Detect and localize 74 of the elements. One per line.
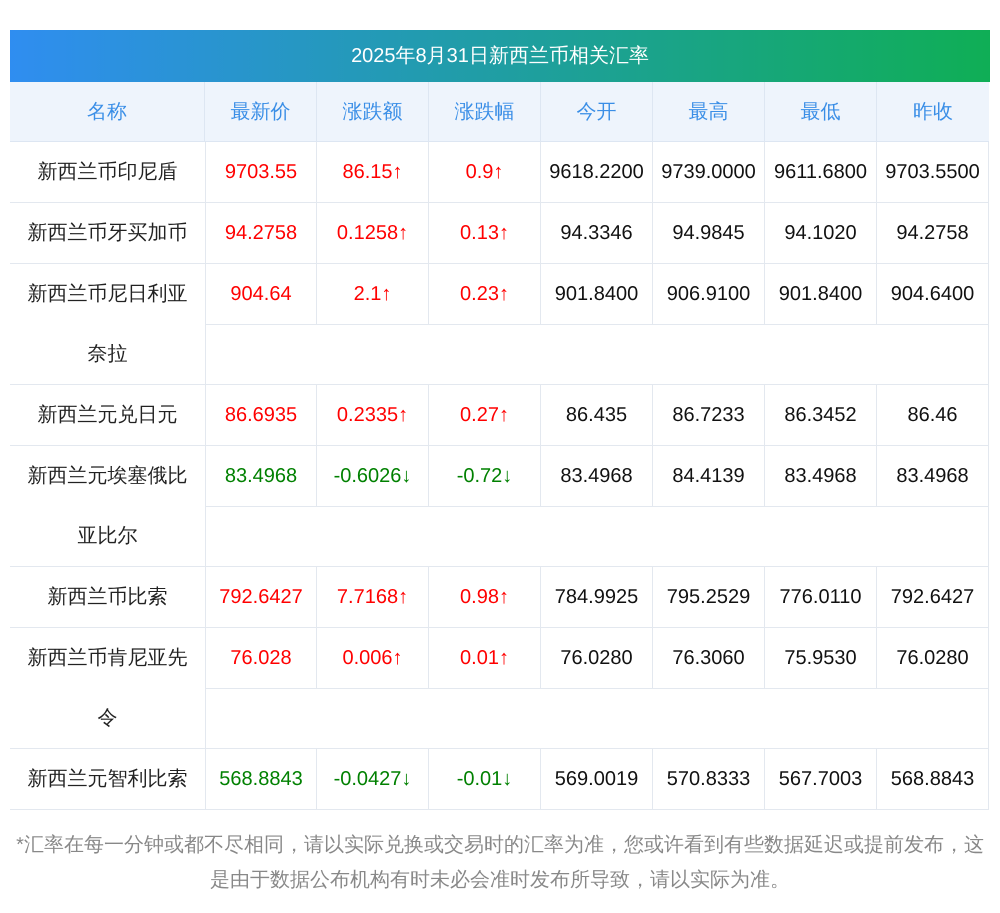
table-cell: 901.8400 <box>765 264 877 325</box>
table-cell: 9618.2200 <box>541 142 653 203</box>
column-header: 今开 <box>541 82 653 142</box>
column-header: 最高 <box>653 82 765 142</box>
table-cell: 83.4968 <box>206 446 317 507</box>
table-cell: 568.8843 <box>877 749 988 810</box>
table-cell: 0.27↑ <box>429 385 541 446</box>
table-cell: 新西兰币尼日利亚奈拉 <box>10 264 205 385</box>
table-cell: 0.9↑ <box>429 142 541 203</box>
table-cell: 94.2758 <box>877 203 988 264</box>
table-cell: 新西兰币牙买加币 <box>10 203 205 264</box>
table-cell: 新西兰币印尼盾 <box>10 142 205 203</box>
table-cell: 904.6400 <box>877 264 988 325</box>
table-cell: 792.6427 <box>206 567 317 628</box>
table-cell: 新西兰元智利比索 <box>10 749 205 810</box>
table-cell: 792.6427 <box>877 567 988 628</box>
table-cell: 86.3452 <box>765 385 877 446</box>
table-cell: 0.01↑ <box>429 628 541 689</box>
table-cell: 0.1258↑ <box>317 203 429 264</box>
column-header: 涨跌额 <box>317 82 429 142</box>
table-cell: 76.028 <box>206 628 317 689</box>
column-header: 昨收 <box>877 82 989 142</box>
table-cell: 新西兰币比索 <box>10 567 205 628</box>
table-cell: 7.7168↑ <box>317 567 429 628</box>
table-cell: 86.435 <box>541 385 653 446</box>
table-cell: 84.4139 <box>653 446 765 507</box>
column-header: 名称 <box>10 82 205 142</box>
table-cell: 776.0110 <box>765 567 877 628</box>
table-cell: 94.1020 <box>765 203 877 264</box>
table-cell: 0.98↑ <box>429 567 541 628</box>
table-cell: 86.6935 <box>206 385 317 446</box>
table-cell: 0.006↑ <box>317 628 429 689</box>
table-title: 2025年8月31日新西兰币相关汇率 <box>10 30 990 82</box>
table-cell: 9739.0000 <box>653 142 765 203</box>
table-cell: 9703.5500 <box>877 142 988 203</box>
table-cell: 新西兰币肯尼亚先令 <box>10 628 205 749</box>
table-cell: 新西兰元兑日元 <box>10 385 205 446</box>
table-cell: -0.6026↓ <box>317 446 429 507</box>
table-cell: 76.3060 <box>653 628 765 689</box>
table-cell: 569.0019 <box>541 749 653 810</box>
table-cell: 75.9530 <box>765 628 877 689</box>
column-header: 涨跌幅 <box>429 82 541 142</box>
table-cell: 904.64 <box>206 264 317 325</box>
table-cell: 906.9100 <box>653 264 765 325</box>
table-cell: 570.8333 <box>653 749 765 810</box>
table-cell: 9611.6800 <box>765 142 877 203</box>
table-cell: 94.9845 <box>653 203 765 264</box>
table-cell: -0.0427↓ <box>317 749 429 810</box>
table-cell: 86.7233 <box>653 385 765 446</box>
table-cell: 83.4968 <box>541 446 653 507</box>
table-cell: 新西兰元埃塞俄比亚比尔 <box>10 446 205 567</box>
table-cell: 567.7003 <box>765 749 877 810</box>
table-cell: -0.72↓ <box>429 446 541 507</box>
table-cell: 568.8843 <box>206 749 317 810</box>
table-cell: 76.0280 <box>877 628 988 689</box>
table-cell: 795.2529 <box>653 567 765 628</box>
table-cell: -0.01↓ <box>429 749 541 810</box>
column-header: 最新价 <box>205 82 317 142</box>
table-cell: 784.9925 <box>541 567 653 628</box>
column-header: 最低 <box>765 82 877 142</box>
footnote: *汇率在每一分钟或都不尽相同，请以实际兑换或交易时的汇率为准，您或许看到有些数据延迟或提前发布，这是由于数据公布机构有时未必会准时发布所导致，请以实际为准。 <box>15 833 985 893</box>
table-cell: 83.4968 <box>765 446 877 507</box>
table-cell: 83.4968 <box>877 446 988 507</box>
table-cell: 94.3346 <box>541 203 653 264</box>
table-cell: 0.23↑ <box>429 264 541 325</box>
table-cell: 86.46 <box>877 385 988 446</box>
table-cell: 86.15↑ <box>317 142 429 203</box>
table-cell: 901.8400 <box>541 264 653 325</box>
table-cell: 94.2758 <box>206 203 317 264</box>
table-cell: 0.2335↑ <box>317 385 429 446</box>
table-cell: 0.13↑ <box>429 203 541 264</box>
table-cell: 76.0280 <box>541 628 653 689</box>
table-cell: 9703.55 <box>206 142 317 203</box>
table-cell: 2.1↑ <box>317 264 429 325</box>
